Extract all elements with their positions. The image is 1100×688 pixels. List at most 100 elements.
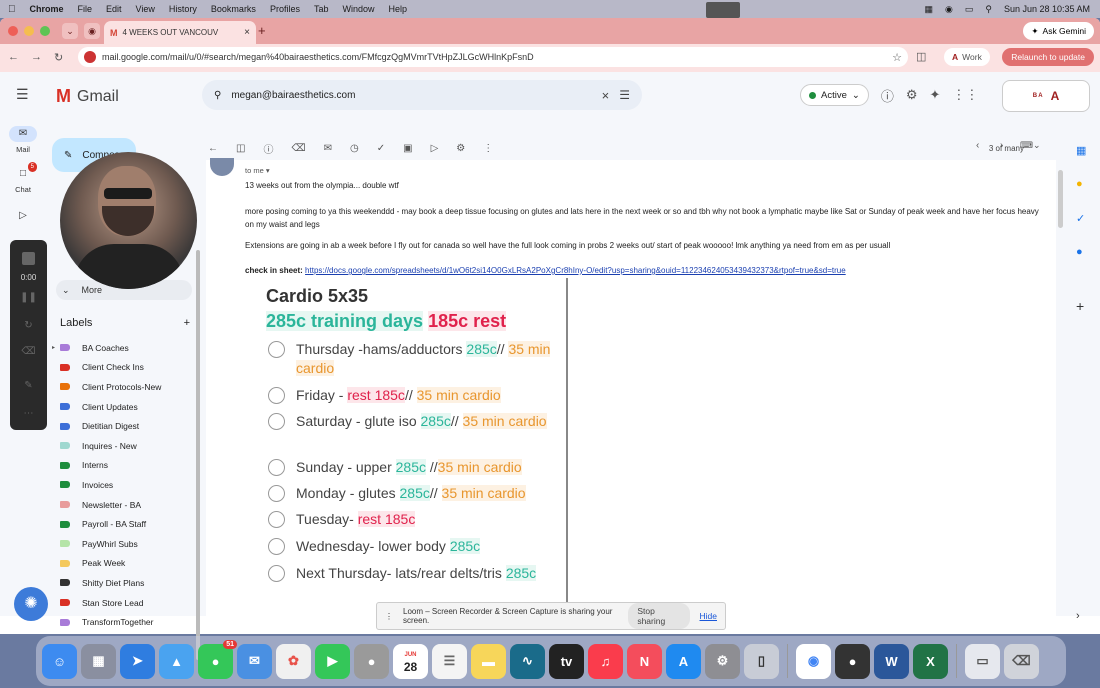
zoom-window-button[interactable] <box>40 26 50 36</box>
clear-search-icon[interactable]: × <box>602 88 610 103</box>
gemini-sparkle-icon[interactable]: ✦ <box>930 87 941 103</box>
menu-profiles[interactable]: Profiles <box>270 4 300 14</box>
keep-icon[interactable]: ● <box>1076 178 1083 190</box>
search-options-icon[interactable]: ☰ <box>619 88 630 102</box>
close-tab-icon[interactable]: × <box>244 27 250 38</box>
menu-help[interactable]: Help <box>388 4 407 14</box>
dock-launchpad[interactable]: ▦ <box>81 643 116 679</box>
pause-icon[interactable]: ❚❚ <box>10 292 47 303</box>
menu-file[interactable]: File <box>78 4 93 14</box>
help-icon[interactable]: ⓘ <box>881 86 894 105</box>
menu-bookmarks[interactable]: Bookmarks <box>211 4 256 14</box>
dock-system-settings[interactable]: ⚙ <box>705 643 740 679</box>
menu-tab[interactable]: Tab <box>314 4 329 14</box>
older-icon[interactable]: › <box>1000 140 1003 151</box>
dock-iphone-mirroring[interactable]: ▯ <box>744 643 779 679</box>
tab-gmail[interactable]: M 4 WEEKS OUT VANCOUV × <box>104 21 256 44</box>
menu-history[interactable]: History <box>169 4 197 14</box>
label-item[interactable]: Shitty Diet Plans <box>50 573 200 593</box>
report-spam-icon[interactable]: ⓘ <box>263 141 273 156</box>
keyboard-icon[interactable]: ⌨⌄ <box>1020 140 1041 151</box>
ask-gemini-button[interactable]: ✦ Ask Gemini <box>1023 22 1094 40</box>
label-item[interactable]: Stan Store Lead <box>50 593 200 613</box>
label-item[interactable]: Client Check Ins <box>50 358 200 378</box>
calendar-icon[interactable]: ▦ <box>1076 144 1086 157</box>
drag-handle-icon[interactable]: ⋮ <box>385 612 393 621</box>
dock-finder[interactable]: ☺ <box>42 643 77 679</box>
delete-icon[interactable]: ⌫ <box>291 143 305 154</box>
message-scrollbar[interactable] <box>1058 170 1063 228</box>
dock-loom[interactable]: ● <box>835 643 870 679</box>
snooze-icon[interactable]: ◷ <box>350 143 359 154</box>
hide-share-bar-link[interactable]: Hide <box>700 611 717 621</box>
assign-icon[interactable]: ⚙ <box>456 143 465 154</box>
stop-recording-icon[interactable] <box>22 252 35 265</box>
gmail-logo[interactable]: M Gmail <box>56 86 119 107</box>
label-item[interactable]: ▸ BA Coaches <box>50 338 200 358</box>
checkin-sheet-link[interactable]: https://docs.google.com/spreadsheets/d/1… <box>305 266 846 275</box>
dock-tv[interactable]: tv <box>549 643 584 679</box>
more-options-icon[interactable]: ⋮ <box>483 143 493 154</box>
bookmark-star-icon[interactable]: ☆ <box>892 51 902 64</box>
rail-chat[interactable]: □ 5 Chat <box>0 162 46 194</box>
dock-messages[interactable]: ● 51 <box>198 639 237 679</box>
add-task-icon[interactable]: ✓ <box>377 143 385 154</box>
rail-meet[interactable]: ▷ <box>0 208 46 227</box>
tab-search-icon[interactable]: ⌄ <box>62 23 78 39</box>
sender-avatar[interactable] <box>210 158 234 176</box>
dock-calendar[interactable]: JUN 28 <box>393 643 428 679</box>
back-icon[interactable]: ← <box>8 51 19 63</box>
minimize-window-button[interactable] <box>24 26 34 36</box>
restart-icon[interactable]: ↻ <box>10 320 47 331</box>
label-item[interactable]: TransformTogether <box>50 612 200 632</box>
show-side-panel-icon[interactable]: › <box>1076 610 1080 622</box>
status-selector[interactable]: Active ⌄ <box>800 84 869 106</box>
battery-icon[interactable]: ▭ <box>965 4 974 15</box>
label-item[interactable]: Interns <box>50 456 200 476</box>
dock-music[interactable]: ♫ <box>588 643 623 679</box>
search-bar[interactable]: ⚲ megan@bairaesthetics.com × ☰ <box>202 80 642 110</box>
address-bar[interactable]: mail.google.com/mail/u/0/#search/megan%4… <box>78 47 908 67</box>
menu-view[interactable]: View <box>136 4 155 14</box>
dock-minimized-window[interactable]: ▭ <box>965 643 1000 679</box>
draw-icon[interactable]: ✎ <box>10 380 47 391</box>
dock-trash[interactable]: ⌫ <box>1004 643 1039 679</box>
extensions-icon[interactable]: ◫ <box>916 50 926 63</box>
dock-reminders[interactable]: ☰ <box>432 643 467 679</box>
close-window-button[interactable] <box>8 26 18 36</box>
search-icon[interactable]: ⚲ <box>214 90 221 101</box>
label-item[interactable]: Newsletter - BA <box>50 495 200 515</box>
spotlight-icon[interactable]: ⚲ <box>985 4 992 15</box>
dock-mail[interactable]: ✉ <box>237 643 272 679</box>
dock-safari[interactable]: ➤ <box>120 643 155 679</box>
profile-button[interactable]: A Work <box>944 48 990 66</box>
apple-icon[interactable]:  <box>8 4 16 15</box>
tasks-icon[interactable]: ✓ <box>1076 212 1085 225</box>
add-label-icon[interactable]: + <box>184 317 190 329</box>
loom-button[interactable]: ✺ <box>14 587 48 621</box>
expand-caret-icon[interactable]: ▸ <box>52 344 55 351</box>
settings-gear-icon[interactable]: ⚙ <box>906 87 918 103</box>
site-info-icon[interactable] <box>84 51 96 63</box>
dock-facetime[interactable]: ▶ <box>315 643 350 679</box>
recipient-summary[interactable]: to me ▾ <box>245 166 270 175</box>
wifi-icon[interactable]: ◉ <box>945 4 953 15</box>
main-menu-icon[interactable]: ☰ <box>16 86 29 103</box>
contacts-icon[interactable]: ● <box>1076 246 1083 258</box>
label-item[interactable]: Peak Week <box>50 554 200 574</box>
apps-grid-icon[interactable]: ⋮⋮ <box>952 87 978 103</box>
add-on-icon[interactable]: + <box>1076 298 1084 314</box>
label-item[interactable]: Payroll - BA Staff <box>50 514 200 534</box>
newer-icon[interactable]: ‹ <box>976 140 979 151</box>
reload-icon[interactable]: ↻ <box>54 51 63 64</box>
label-item[interactable]: Client Protocols-New <box>50 377 200 397</box>
trash-icon[interactable]: ⌫ <box>10 346 47 357</box>
dock-chrome[interactable]: ◉ <box>796 643 831 679</box>
dock-maps[interactable]: ▲ <box>159 643 194 679</box>
back-to-search-icon[interactable]: ← <box>208 143 218 154</box>
account-logo[interactable]: B A A <box>1002 80 1090 112</box>
search-input[interactable]: megan@bairaesthetics.com <box>231 90 355 101</box>
label-item[interactable]: Invoices <box>50 475 200 495</box>
label-item[interactable]: Client Updates <box>50 397 200 417</box>
dock-notes[interactable]: ▬ <box>471 643 506 679</box>
